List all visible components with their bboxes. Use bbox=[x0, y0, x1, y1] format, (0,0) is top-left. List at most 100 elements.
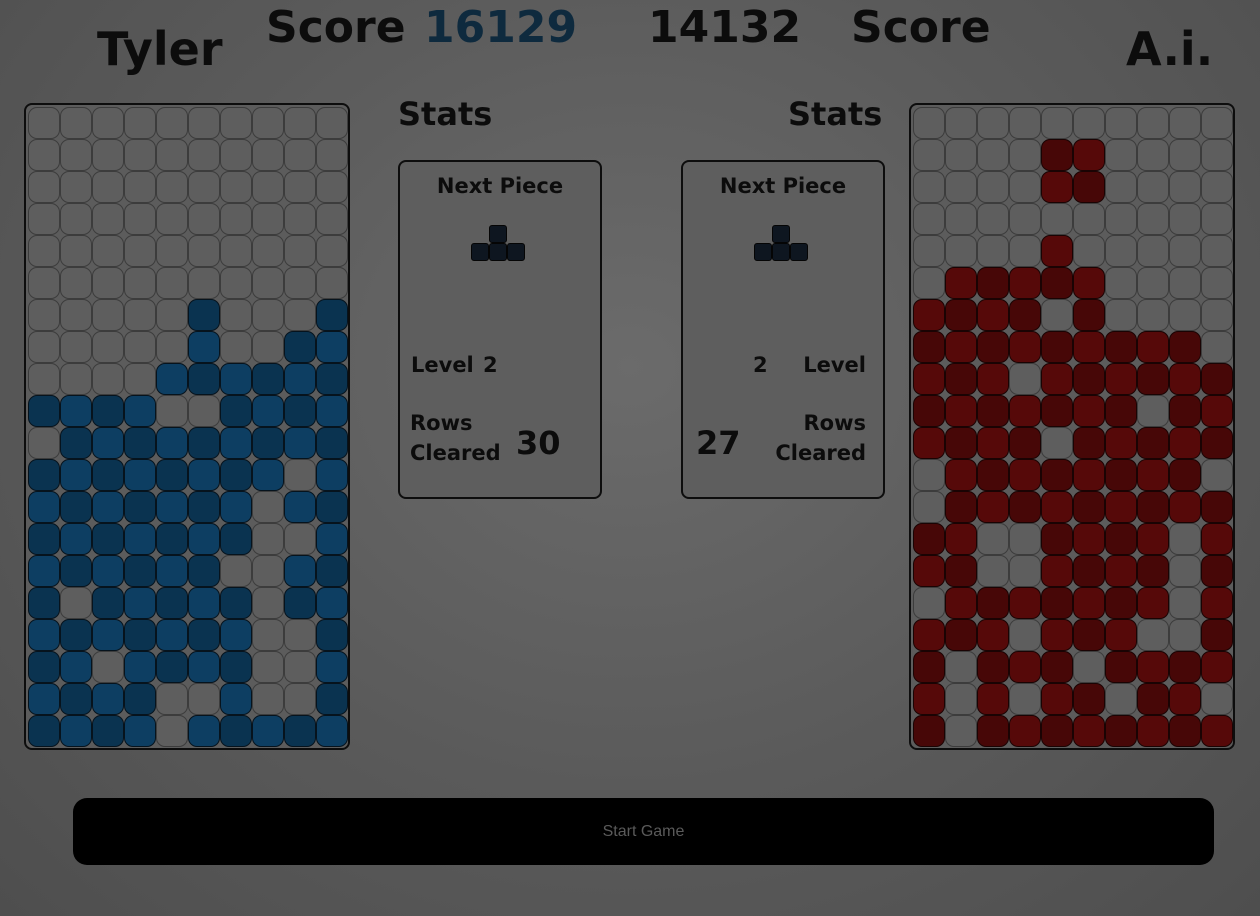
filled-cell bbox=[28, 459, 60, 491]
empty-cell bbox=[156, 203, 188, 235]
empty-cell bbox=[1169, 523, 1201, 555]
empty-cell bbox=[1201, 683, 1233, 715]
empty-cell bbox=[60, 107, 92, 139]
filled-cell bbox=[1041, 491, 1073, 523]
empty-cell bbox=[1169, 619, 1201, 651]
filled-cell bbox=[316, 427, 348, 459]
empty-cell bbox=[977, 235, 1009, 267]
filled-cell bbox=[913, 619, 945, 651]
filled-cell bbox=[156, 491, 188, 523]
filled-cell bbox=[1041, 363, 1073, 395]
empty-cell bbox=[913, 139, 945, 171]
empty-cell bbox=[124, 139, 156, 171]
empty-cell bbox=[156, 331, 188, 363]
empty-cell bbox=[28, 427, 60, 459]
filled-cell bbox=[1201, 587, 1233, 619]
level-value: 2 bbox=[753, 353, 768, 377]
player-board[interactable] bbox=[24, 103, 350, 750]
next-piece-block bbox=[754, 243, 772, 261]
filled-cell bbox=[1201, 715, 1233, 747]
empty-cell bbox=[1105, 107, 1137, 139]
empty-cell bbox=[1169, 587, 1201, 619]
start-game-button[interactable]: Start Game bbox=[73, 798, 1214, 865]
empty-cell bbox=[220, 171, 252, 203]
stats-heading-right: Stats bbox=[788, 95, 883, 133]
empty-cell bbox=[1201, 107, 1233, 139]
empty-cell bbox=[1137, 139, 1169, 171]
empty-cell bbox=[92, 299, 124, 331]
filled-cell bbox=[124, 523, 156, 555]
filled-cell bbox=[1169, 651, 1201, 683]
filled-cell bbox=[252, 715, 284, 747]
filled-cell bbox=[188, 523, 220, 555]
filled-cell bbox=[945, 363, 977, 395]
filled-cell bbox=[1169, 491, 1201, 523]
empty-cell bbox=[1201, 171, 1233, 203]
filled-cell bbox=[1105, 491, 1137, 523]
empty-cell bbox=[1105, 203, 1137, 235]
filled-cell bbox=[316, 331, 348, 363]
next-piece-block bbox=[489, 243, 507, 261]
empty-cell bbox=[188, 171, 220, 203]
filled-cell bbox=[220, 683, 252, 715]
filled-cell bbox=[977, 715, 1009, 747]
filled-cell bbox=[60, 619, 92, 651]
filled-cell bbox=[945, 619, 977, 651]
filled-cell bbox=[1041, 683, 1073, 715]
empty-cell bbox=[977, 139, 1009, 171]
next-piece-block bbox=[471, 243, 489, 261]
filled-cell bbox=[284, 491, 316, 523]
empty-cell bbox=[60, 203, 92, 235]
next-piece-label: Next Piece bbox=[719, 174, 847, 198]
empty-cell bbox=[977, 523, 1009, 555]
filled-cell bbox=[945, 299, 977, 331]
filled-cell bbox=[1009, 715, 1041, 747]
filled-cell bbox=[945, 395, 977, 427]
filled-cell bbox=[1105, 523, 1137, 555]
filled-cell bbox=[60, 651, 92, 683]
filled-cell bbox=[945, 331, 977, 363]
empty-cell bbox=[252, 107, 284, 139]
filled-cell bbox=[1105, 651, 1137, 683]
empty-cell bbox=[92, 107, 124, 139]
empty-cell bbox=[28, 331, 60, 363]
empty-cell bbox=[1137, 267, 1169, 299]
filled-cell bbox=[60, 555, 92, 587]
empty-cell bbox=[1169, 299, 1201, 331]
filled-cell bbox=[1041, 331, 1073, 363]
empty-cell bbox=[1009, 171, 1041, 203]
empty-cell bbox=[1137, 395, 1169, 427]
empty-cell bbox=[1137, 107, 1169, 139]
filled-cell bbox=[977, 651, 1009, 683]
filled-cell bbox=[92, 587, 124, 619]
filled-cell bbox=[1201, 651, 1233, 683]
filled-cell bbox=[284, 363, 316, 395]
filled-cell bbox=[1137, 459, 1169, 491]
filled-cell bbox=[1201, 395, 1233, 427]
empty-cell bbox=[913, 203, 945, 235]
empty-cell bbox=[1009, 203, 1041, 235]
filled-cell bbox=[977, 459, 1009, 491]
filled-cell bbox=[1201, 491, 1233, 523]
empty-cell bbox=[1137, 171, 1169, 203]
filled-cell bbox=[913, 651, 945, 683]
filled-cell bbox=[188, 363, 220, 395]
filled-cell bbox=[1041, 171, 1073, 203]
filled-cell bbox=[1137, 587, 1169, 619]
filled-cell bbox=[28, 619, 60, 651]
filled-cell bbox=[1009, 459, 1041, 491]
filled-cell bbox=[60, 395, 92, 427]
empty-cell bbox=[220, 235, 252, 267]
empty-cell bbox=[1105, 299, 1137, 331]
empty-cell bbox=[188, 139, 220, 171]
filled-cell bbox=[1137, 363, 1169, 395]
score-label-right: Score bbox=[851, 2, 991, 53]
filled-cell bbox=[28, 587, 60, 619]
empty-cell bbox=[252, 555, 284, 587]
filled-cell bbox=[1137, 491, 1169, 523]
empty-cell bbox=[913, 587, 945, 619]
empty-cell bbox=[124, 107, 156, 139]
filled-cell bbox=[252, 363, 284, 395]
filled-cell bbox=[977, 299, 1009, 331]
empty-cell bbox=[284, 203, 316, 235]
